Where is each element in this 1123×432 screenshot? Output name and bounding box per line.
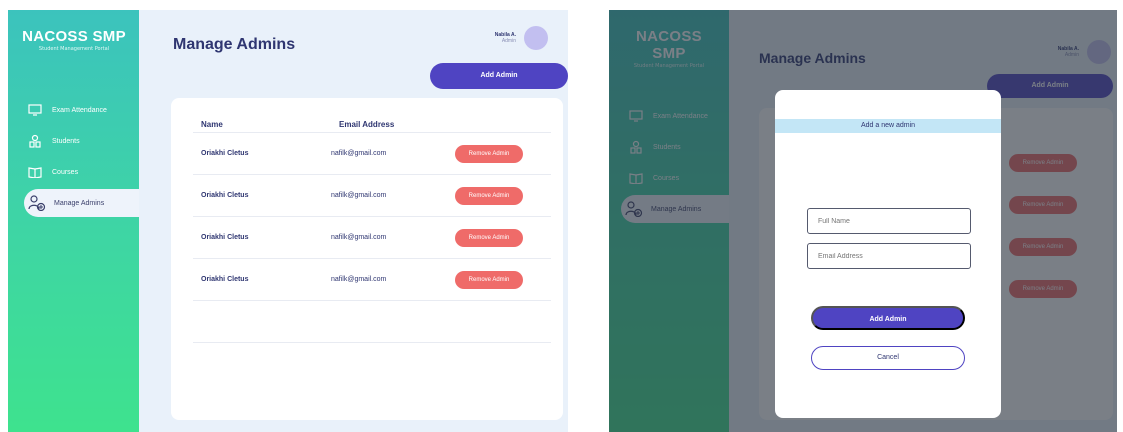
sidebar-item-label: Exam Attendance <box>52 106 107 114</box>
monitor-icon <box>26 101 44 119</box>
table-row: Oriakhi Cletus nafilk@gmail.com Remove A… <box>193 174 551 216</box>
user-info: Nabila A. Admin <box>495 32 516 44</box>
table-row: Oriakhi Cletus nafilk@gmail.com Remove A… <box>193 132 551 174</box>
table-row: Oriakhi Cletus nafilk@gmail.com Remove A… <box>193 258 551 300</box>
cancel-button[interactable]: Cancel <box>811 346 965 370</box>
remove-admin-button[interactable]: Remove Admin <box>455 186 523 205</box>
admin-email: nafilk@gmail.com <box>331 276 387 283</box>
add-admin-icon <box>28 194 46 212</box>
add-admin-modal: Add a new admin Add Admin Cancel <box>775 90 1001 418</box>
remove-admin-button[interactable]: Remove Admin <box>455 144 523 163</box>
full-name-field[interactable] <box>807 208 971 234</box>
sidebar: NACOSS SMP Student Management Portal Exa… <box>8 10 139 432</box>
submit-add-admin-button[interactable]: Add Admin <box>811 306 965 330</box>
column-header-name: Name <box>201 120 223 129</box>
table-divider <box>193 342 551 343</box>
email-field[interactable] <box>807 243 971 269</box>
admins-table: Name Email Address Oriakhi Cletus nafilk… <box>171 98 563 420</box>
sidebar-item-exam-attendance[interactable]: Exam Attendance <box>8 96 139 124</box>
remove-admin-button[interactable]: Remove Admin <box>455 270 523 289</box>
add-admin-button[interactable]: Add Admin <box>430 63 568 89</box>
sidebar-item-manage-admins[interactable]: Manage Admins <box>24 189 139 217</box>
table-divider <box>193 300 551 301</box>
table-row: Oriakhi Cletus nafilk@gmail.com Remove A… <box>193 216 551 258</box>
modal-title: Add a new admin <box>775 119 1001 133</box>
add-admin-modal-screen: NACOSS SMP Student Management Portal Exa… <box>609 10 1117 432</box>
admin-email: nafilk@gmail.com <box>331 234 387 241</box>
admin-name: Oriakhi Cletus <box>201 276 249 283</box>
sidebar-item-label: Courses <box>52 168 79 176</box>
brand-subtitle: Student Management Portal <box>38 46 110 52</box>
admin-name: Oriakhi Cletus <box>201 234 249 241</box>
table-header: Name Email Address <box>201 120 551 129</box>
user-role: Admin <box>501 38 516 44</box>
remove-admin-button[interactable]: Remove Admin <box>455 228 523 247</box>
book-icon <box>26 163 44 181</box>
avatar[interactable] <box>524 26 548 50</box>
column-header-email: Email Address <box>339 120 395 129</box>
students-icon <box>26 132 44 150</box>
admin-email: nafilk@gmail.com <box>331 150 387 157</box>
brand: NACOSS SMP Student Management Portal <box>18 28 130 52</box>
sidebar-item-label: Students <box>52 137 80 145</box>
sidebar-item-courses[interactable]: Courses <box>8 158 139 186</box>
sidebar-item-label: Manage Admins <box>54 199 105 207</box>
brand-title: NACOSS SMP <box>22 28 126 45</box>
sidebar-item-students[interactable]: Students <box>8 127 139 155</box>
user-menu[interactable]: Nabila A. Admin <box>495 26 548 50</box>
admin-name: Oriakhi Cletus <box>201 150 249 157</box>
manage-admins-screen: NACOSS SMP Student Management Portal Exa… <box>8 10 568 432</box>
admin-email: nafilk@gmail.com <box>331 192 387 199</box>
sidebar-nav: Exam Attendance Students Courses Manage … <box>8 96 139 220</box>
admin-name: Oriakhi Cletus <box>201 192 249 199</box>
page-title: Manage Admins <box>173 36 296 53</box>
